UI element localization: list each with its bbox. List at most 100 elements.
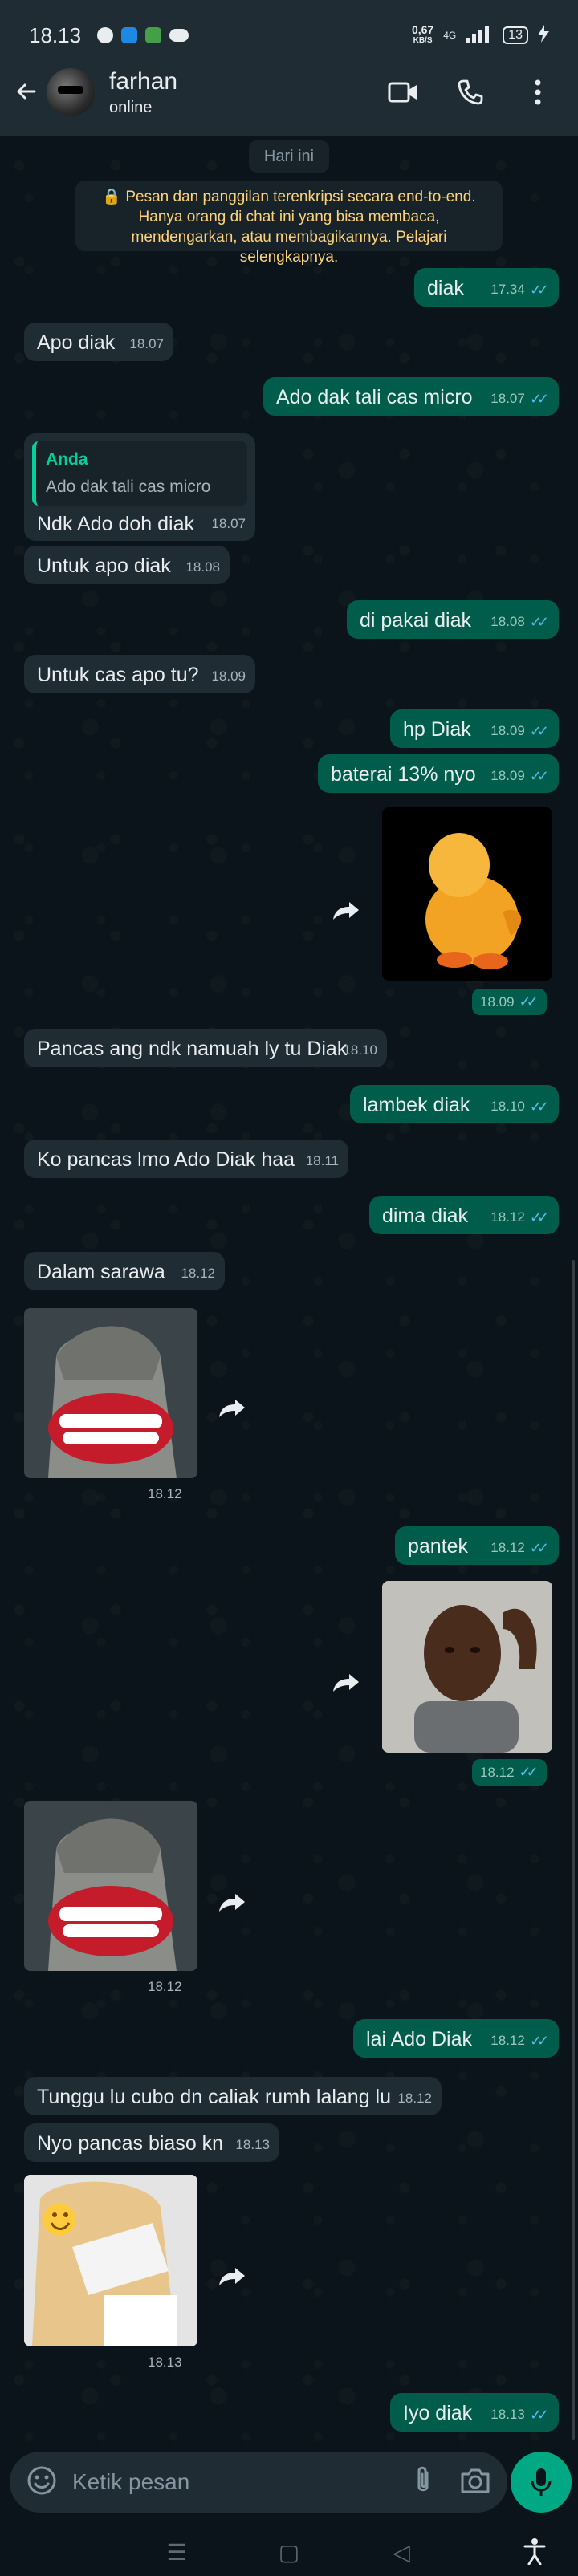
outgoing-message[interactable]: baterai 13% nyo 18.09 ✓✓: [318, 754, 559, 793]
outgoing-message[interactable]: diak 17.34 ✓✓: [414, 268, 559, 307]
voice-message-button[interactable]: [511, 2452, 572, 2513]
home-icon[interactable]: ▢: [269, 2539, 309, 2566]
man-image: [382, 1581, 552, 1753]
forward-icon: [333, 1674, 359, 1692]
message-text: Ndk Ado doh diak: [37, 513, 194, 535]
forward-button[interactable]: [212, 2257, 252, 2297]
outgoing-message[interactable]: pantek 18.12 ✓✓: [395, 1526, 559, 1565]
charging-icon: [538, 24, 549, 47]
status-time: 18.13: [29, 22, 82, 47]
camera-button[interactable]: [459, 2466, 491, 2499]
outgoing-message[interactable]: lambek diak 18.10 ✓✓: [350, 1085, 559, 1123]
system-nav-bar: ☰ ▢ ◁: [0, 2528, 578, 2576]
message-text: hp Diak: [403, 718, 471, 741]
read-ticks-icon: ✓✓: [529, 1540, 549, 1556]
scrollbar-thumb[interactable]: [572, 1260, 575, 2440]
message-time: 18.08: [490, 614, 525, 629]
message-text: Ko pancas lmo Ado Diak haa: [37, 1148, 295, 1171]
message-time: 18.09: [490, 768, 525, 783]
forward-button[interactable]: [212, 1883, 252, 1923]
incoming-message[interactable]: Apo diak 18.07: [24, 323, 173, 361]
message-time: 18.08: [185, 559, 220, 575]
forward-button[interactable]: [326, 891, 366, 931]
incoming-message[interactable]: Untuk cas apo tu? 18.09: [24, 655, 255, 693]
message-text: Apo diak: [37, 331, 116, 354]
more-options-button[interactable]: [520, 75, 556, 110]
outgoing-message[interactable]: lai Ado Diak 18.12 ✓✓: [353, 2019, 559, 2058]
message-time: 18.07: [490, 391, 525, 406]
outgoing-message[interactable]: Iyo diak 18.13 ✓✓: [390, 2393, 559, 2432]
outgoing-message[interactable]: hp Diak 18.09 ✓✓: [390, 709, 559, 748]
emoji-button[interactable]: [26, 2464, 58, 2501]
quoted-message[interactable]: Anda Ado dak tali cas micro: [32, 441, 247, 506]
read-ticks-icon: ✓✓: [529, 2407, 549, 2423]
camera-icon: [461, 2468, 490, 2493]
read-ticks-icon: ✓✓: [529, 1209, 549, 1225]
forward-button[interactable]: [326, 1663, 366, 1703]
chat-header: farhan online: [0, 48, 578, 136]
incoming-message[interactable]: Ko pancas lmo Ado Diak haa 18.11: [24, 1140, 348, 1178]
battery-indicator: 13: [503, 26, 528, 44]
message-text: pantek: [408, 1535, 469, 1558]
media-time-badge: 18.12: [148, 1979, 182, 1994]
read-ticks-icon: ✓✓: [529, 768, 549, 784]
outgoing-message[interactable]: di pakai diak 18.08 ✓✓: [347, 600, 559, 639]
message-text: lai Ado Diak: [366, 2028, 473, 2050]
back-button[interactable]: [5, 68, 45, 116]
outgoing-message[interactable]: Ado dak tali cas micro 18.07 ✓✓: [263, 377, 559, 416]
sticker-duck[interactable]: [382, 807, 552, 981]
sticker-moai-smile[interactable]: [24, 1308, 197, 1478]
read-ticks-icon: ✓✓: [529, 1099, 549, 1115]
quote-text: Ado dak tali cas micro: [46, 477, 211, 496]
attach-button[interactable]: [411, 2464, 435, 2501]
message-input[interactable]: [72, 2469, 377, 2495]
message-text: Tunggu lu cubo dn caliak rumh lalang lu: [37, 2086, 392, 2108]
incoming-message[interactable]: Dalam sarawa 18.12: [24, 1252, 225, 1290]
voice-call-button[interactable]: [453, 75, 488, 110]
net-speed: 0,67 KB/S: [411, 23, 434, 45]
accessibility-icon[interactable]: [523, 2537, 546, 2569]
forward-button[interactable]: [212, 1388, 252, 1428]
message-time: 18.10: [343, 1042, 377, 1058]
microphone-icon: [531, 2468, 552, 2496]
message-time: 18.11: [305, 1153, 339, 1168]
back-nav-icon[interactable]: ◁: [381, 2539, 421, 2566]
avatar[interactable]: [47, 68, 95, 116]
incoming-message[interactable]: Pancas ang ndk namuah ly tu Diak 18.10: [24, 1029, 387, 1067]
message-text: Ado dak tali cas micro: [276, 386, 473, 408]
incoming-message[interactable]: Nyo pancas biaso kn 18.13: [24, 2123, 279, 2162]
forward-icon: [333, 902, 359, 920]
moai-image: [24, 1801, 197, 1971]
message-text: baterai 13% nyo: [331, 763, 476, 786]
message-text: Untuk cas apo tu?: [37, 664, 199, 686]
message-text: Nyo pancas biaso kn: [37, 2132, 224, 2155]
incoming-message[interactable]: Untuk apo diak 18.08: [24, 546, 230, 584]
message-time: 18.12: [490, 1209, 525, 1225]
whatsapp-icon: [97, 27, 114, 43]
sticker-anime-girl[interactable]: [24, 2175, 197, 2346]
message-time: 18.09: [490, 723, 525, 738]
contact-status: online: [109, 98, 153, 116]
network-label: 4G: [443, 30, 457, 41]
media-time-badge: 18.13: [148, 2355, 182, 2370]
arrow-left-icon: [17, 83, 36, 100]
sticker-moai-smile[interactable]: [24, 1801, 197, 1971]
recent-apps-icon[interactable]: ☰: [157, 2539, 197, 2566]
paperclip-icon: [417, 2466, 429, 2491]
incoming-message[interactable]: Tunggu lu cubo dn caliak rumh lalang lu …: [24, 2077, 442, 2115]
read-ticks-icon: ✓✓: [519, 1764, 539, 1780]
photo-man[interactable]: [382, 1581, 552, 1753]
media-time-badge: 18.09 ✓✓: [472, 989, 547, 1015]
read-ticks-icon: ✓✓: [529, 723, 549, 739]
read-ticks-icon: ✓✓: [529, 282, 549, 298]
read-ticks-icon: ✓✓: [519, 993, 539, 1010]
message-time: 18.09: [211, 668, 246, 684]
contact-info[interactable]: farhan online: [109, 68, 177, 117]
outgoing-message[interactable]: dima diak 18.12 ✓✓: [369, 1196, 559, 1234]
signal-icon: [466, 25, 493, 47]
encryption-notice[interactable]: 🔒 Pesan dan panggilan terenkripsi secara…: [75, 181, 503, 266]
contact-name: farhan: [109, 67, 178, 95]
message-time: 18.12: [490, 1540, 525, 1555]
video-call-button[interactable]: [385, 75, 421, 110]
incoming-reply-message[interactable]: Anda Ado dak tali cas micro Ndk Ado doh …: [24, 433, 255, 541]
